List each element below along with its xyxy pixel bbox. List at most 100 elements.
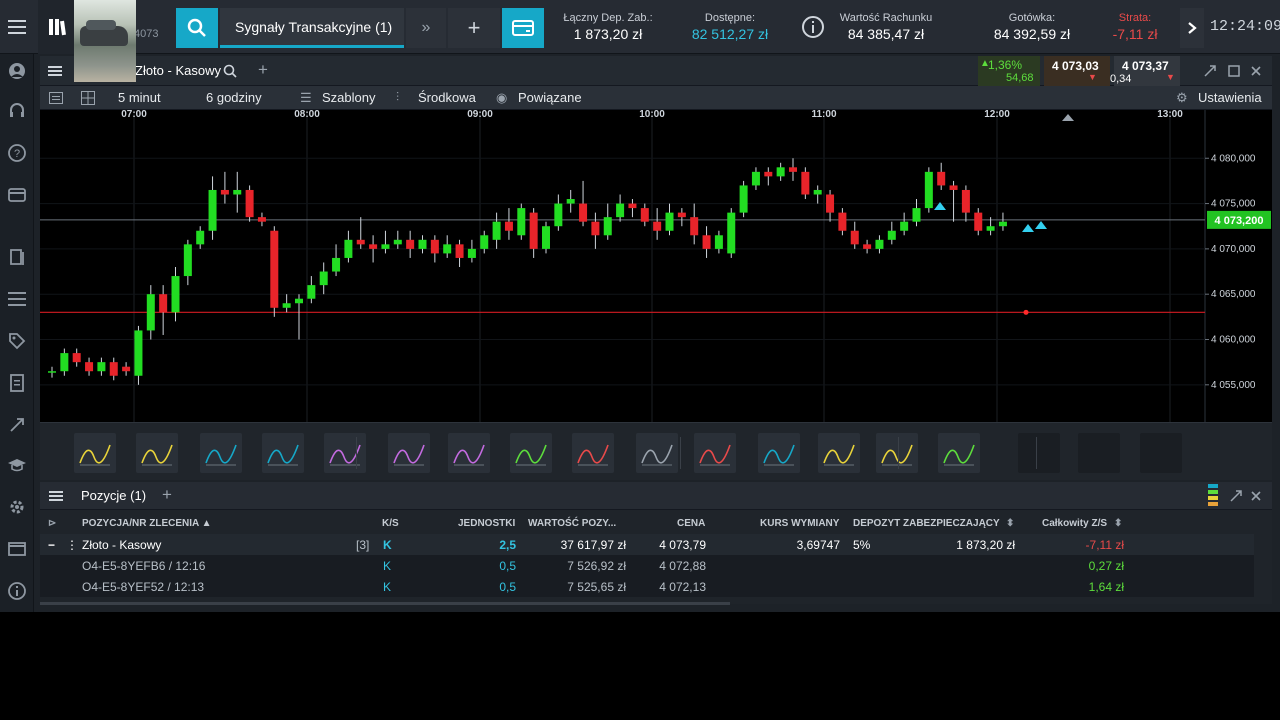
positions-popout-icon[interactable]	[1228, 488, 1244, 504]
close-icon[interactable]	[1248, 63, 1264, 79]
collapse-row-icon[interactable]: −	[48, 538, 55, 552]
grid-layout-icon[interactable]	[80, 90, 96, 106]
book-icon[interactable]	[6, 246, 28, 268]
col-pnl[interactable]: Całkowity Z/S	[1042, 518, 1107, 529]
linked-icon[interactable]: ◉	[496, 90, 507, 106]
price-type-button[interactable]: Środkowa	[418, 90, 476, 105]
indicator-histogram-tool[interactable]	[694, 433, 736, 473]
indicator-channel-tool[interactable]	[510, 433, 552, 473]
window-icon[interactable]	[6, 538, 28, 560]
info-icon[interactable]	[800, 14, 826, 40]
gear-icon[interactable]	[6, 496, 28, 518]
collapse-all-icon[interactable]: ⊳	[48, 518, 56, 529]
buy-price-button[interactable]: 4 073,37 0,34 ▼	[1110, 56, 1180, 86]
more-tabs-button[interactable]: »	[406, 8, 446, 48]
user-icon[interactable]	[6, 60, 28, 82]
signals-tab[interactable]: Sygnały Transakcyjne (1)	[220, 8, 404, 48]
price-type-icon[interactable]: ⫶	[396, 90, 399, 105]
settings-gear-icon[interactable]: ⚙	[1176, 90, 1188, 106]
indicator-ma-tool[interactable]	[572, 433, 614, 473]
order-row[interactable]: O4-E5-8YEF52 / 12:13 K 0,5 7 525,65 zł 4 072…	[40, 576, 1254, 597]
instrument-search-icon[interactable]	[222, 63, 238, 79]
instrument-title[interactable]: Złoto - Kasowy	[135, 63, 221, 78]
candle-body	[134, 330, 143, 376]
layout-stripes-icon[interactable]	[1208, 484, 1218, 508]
indicator-bands-tool[interactable]	[448, 433, 490, 473]
positions-menu-icon[interactable]	[48, 489, 64, 503]
add-tab-button[interactable]: +	[448, 8, 500, 48]
chart-list-icon[interactable]	[48, 90, 64, 106]
indicator-rsi-tool[interactable]	[758, 433, 800, 473]
position-row[interactable]: − ⋮ Złoto - Kasowy [3] K 2,5 37 617,97 zł 4 073…	[40, 534, 1254, 555]
empty-tool-slot[interactable]	[1078, 433, 1120, 473]
row-price: 4 073,79	[659, 538, 706, 552]
pattern-triangle-tool[interactable]	[818, 433, 860, 473]
col-value[interactable]: WARTOŚĆ POZY...	[528, 518, 616, 529]
positions-close-icon[interactable]	[1248, 488, 1264, 504]
tool-separator	[898, 437, 899, 469]
list-icon[interactable]	[6, 288, 28, 310]
maximize-icon[interactable]	[1226, 63, 1242, 79]
empty-tool-slot[interactable]	[1018, 433, 1060, 473]
row-name[interactable]: Złoto - Kasowy	[82, 538, 161, 552]
fibonacci-tool[interactable]	[262, 433, 304, 473]
popout-icon[interactable]	[1202, 63, 1218, 79]
trend-line-tool[interactable]	[74, 433, 116, 473]
help-icon[interactable]: ?	[6, 142, 28, 164]
empty-tool-slot[interactable]	[1140, 433, 1182, 473]
row-actions-icon[interactable]: ⋮	[66, 538, 78, 552]
col-units[interactable]: JEDNOSTKI	[458, 518, 515, 529]
pattern-wedge-tool[interactable]	[876, 433, 918, 473]
indicator-volume-tool[interactable]	[388, 433, 430, 473]
settings-button[interactable]: Ustawienia	[1198, 90, 1262, 105]
candlestick-chart-svg[interactable]: 07:00 08:00 09:00 10:00 11:00 12:00 13:00 4 080…	[40, 109, 1272, 422]
row-name: O4-E5-8YEF52 / 12:13	[82, 580, 205, 594]
chevron-right-icon[interactable]	[1180, 8, 1204, 48]
info-circle-icon[interactable]	[6, 580, 28, 602]
wallet-icon[interactable]	[502, 8, 544, 48]
candle-body	[430, 239, 439, 254]
hamburger-menu-icon[interactable]	[4, 14, 30, 40]
horizontal-line-tool[interactable]	[136, 433, 178, 473]
add-positions-button[interactable]: +	[162, 485, 172, 505]
search-icon[interactable]	[176, 8, 218, 48]
col-position[interactable]: POZYCJA/NR ZLECENIA ▲	[82, 518, 212, 529]
headset-icon[interactable]	[6, 100, 28, 122]
sell-price-button[interactable]: 4 073,03 ▼	[1044, 56, 1110, 86]
panel-menu-icon[interactable]	[46, 62, 64, 80]
candle-body	[443, 244, 452, 254]
range-select[interactable]: 6 godziny	[206, 90, 262, 105]
crosshair-tool[interactable]	[938, 433, 980, 473]
col-price[interactable]: CENA	[677, 518, 705, 529]
education-icon[interactable]	[6, 454, 28, 476]
linked-button[interactable]: Powiązane	[518, 90, 582, 105]
indicator-oscillator-tool[interactable]	[324, 433, 366, 473]
candle-body	[900, 221, 909, 231]
templates-button[interactable]: Szablony	[322, 90, 375, 105]
card-icon[interactable]	[6, 184, 28, 206]
price-chart[interactable]: 07:00 08:00 09:00 10:00 11:00 12:00 13:00 4 080…	[40, 109, 1272, 422]
document-icon[interactable]	[6, 372, 28, 394]
expand-icon[interactable]	[6, 414, 28, 436]
positions-title[interactable]: Pozycje (1)	[81, 488, 146, 503]
order-row[interactable]: O4-E5-8YEFB6 / 12:16 K 0,5 7 526,92 zł 4 072…	[40, 555, 1254, 576]
add-chart-button[interactable]: +	[258, 60, 268, 80]
candle-body	[196, 230, 205, 245]
templates-icon[interactable]: ☰	[300, 90, 312, 106]
interval-select[interactable]: 5 minut	[118, 90, 161, 105]
col-fx[interactable]: KURS WYMIANY	[760, 518, 839, 529]
col-margin-sort-icon[interactable]: ⬍	[1006, 518, 1014, 529]
row-margin: 1 873,20 zł	[956, 538, 1015, 552]
library-icon[interactable]	[38, 0, 76, 54]
price-axis-label: 4 080,000	[1211, 153, 1256, 164]
positions-column-headers: ⊳ POZYCJA/NR ZLECENIA ▲ K/S JEDNOSTKI WA…	[40, 512, 1272, 534]
positions-scrollbar[interactable]	[40, 602, 730, 605]
col-side[interactable]: K/S	[382, 518, 399, 529]
tag-icon[interactable]	[6, 330, 28, 352]
col-margin[interactable]: DEPOZYT ZABEZPIECZAJĄCY	[853, 518, 1000, 529]
account-value-stat: Wartość Rachunku 84 385,47 zł	[832, 0, 940, 54]
candle-body	[850, 230, 859, 245]
indicator-wave-tool[interactable]	[636, 433, 678, 473]
col-pnl-sort-icon[interactable]: ⬍	[1114, 518, 1122, 529]
price-range-tool[interactable]	[200, 433, 242, 473]
